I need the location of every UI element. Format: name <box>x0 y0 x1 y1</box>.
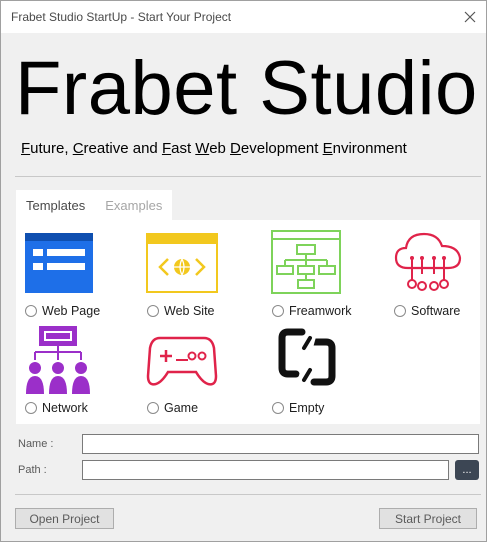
tagline-text: eb <box>209 140 231 157</box>
radio-framework[interactable]: Freamwork <box>272 304 352 318</box>
window-title: Frabet Studio StartUp - Start Your Proje… <box>11 10 232 24</box>
tagline-accent-letter: F <box>21 140 31 157</box>
radio-empty[interactable]: Empty <box>272 401 324 415</box>
framework-icon <box>271 230 341 294</box>
radio-web-page[interactable]: Web Page <box>25 304 100 318</box>
name-input[interactable] <box>82 434 479 454</box>
radio-circle[interactable] <box>25 402 37 414</box>
close-icon <box>464 11 476 23</box>
empty-icon <box>278 325 336 391</box>
tagline-accent-letter: D <box>230 140 241 157</box>
name-label: Name : <box>18 438 54 450</box>
tagline: Future, Creative and Fast Web Developmen… <box>21 140 407 157</box>
radio-circle[interactable] <box>272 305 284 317</box>
tagline-text: evelopment <box>240 140 323 157</box>
template-label: Empty <box>289 401 325 415</box>
path-input[interactable] <box>82 460 449 480</box>
open-project-button[interactable]: Open Project <box>15 508 114 529</box>
template-label: Web Site <box>164 304 215 318</box>
tagline-accent-letter: F <box>161 140 172 157</box>
path-label: Path : <box>18 464 47 476</box>
radio-circle[interactable] <box>394 305 406 317</box>
radio-software[interactable]: Software <box>394 304 460 318</box>
startup-window: Frabet Studio StartUp - Start Your Proje… <box>0 0 487 542</box>
web-site-icon <box>146 233 218 293</box>
radio-circle[interactable] <box>147 402 159 414</box>
footer-divider <box>15 494 481 495</box>
start-project-button[interactable]: Start Project <box>379 508 477 529</box>
template-label: Game <box>164 401 199 415</box>
template-label: Software <box>411 304 461 318</box>
network-icon <box>26 326 90 394</box>
web-page-icon <box>25 233 93 293</box>
radio-circle[interactable] <box>147 305 159 317</box>
template-label: Network <box>42 401 88 415</box>
browse-path-button[interactable]: ... <box>455 460 479 480</box>
tagline-text: nvironment <box>332 140 407 157</box>
title-bar: Frabet Studio StartUp - Start Your Proje… <box>1 1 486 33</box>
tab-templates[interactable]: Templates <box>16 190 96 220</box>
tagline-text: ast <box>171 140 196 157</box>
tagline-accent-letter: W <box>195 140 210 157</box>
header-divider <box>15 176 481 177</box>
cloud-software-icon <box>394 232 462 291</box>
radio-circle[interactable] <box>25 305 37 317</box>
radio-game[interactable]: Game <box>147 401 198 415</box>
tagline-text: reative and <box>83 140 162 157</box>
radio-network[interactable]: Network <box>25 401 88 415</box>
studio-logo: Frabet Studio <box>15 46 478 131</box>
radio-circle[interactable] <box>272 402 284 414</box>
radio-web-site[interactable]: Web Site <box>147 304 215 318</box>
template-label: Freamwork <box>289 304 352 318</box>
tab-examples[interactable]: Examples <box>95 190 173 220</box>
tagline-text: uture, <box>30 140 73 157</box>
templates-panel: Web Page Web Site Freamwork Software Net… <box>16 220 480 424</box>
template-label: Web Page <box>42 304 101 318</box>
gamepad-icon <box>146 336 218 386</box>
tagline-accent-letter: C <box>72 140 84 157</box>
close-button[interactable] <box>454 1 486 33</box>
template-tabs: Templates Examples <box>16 190 173 220</box>
tagline-accent-letter: E <box>322 140 333 157</box>
